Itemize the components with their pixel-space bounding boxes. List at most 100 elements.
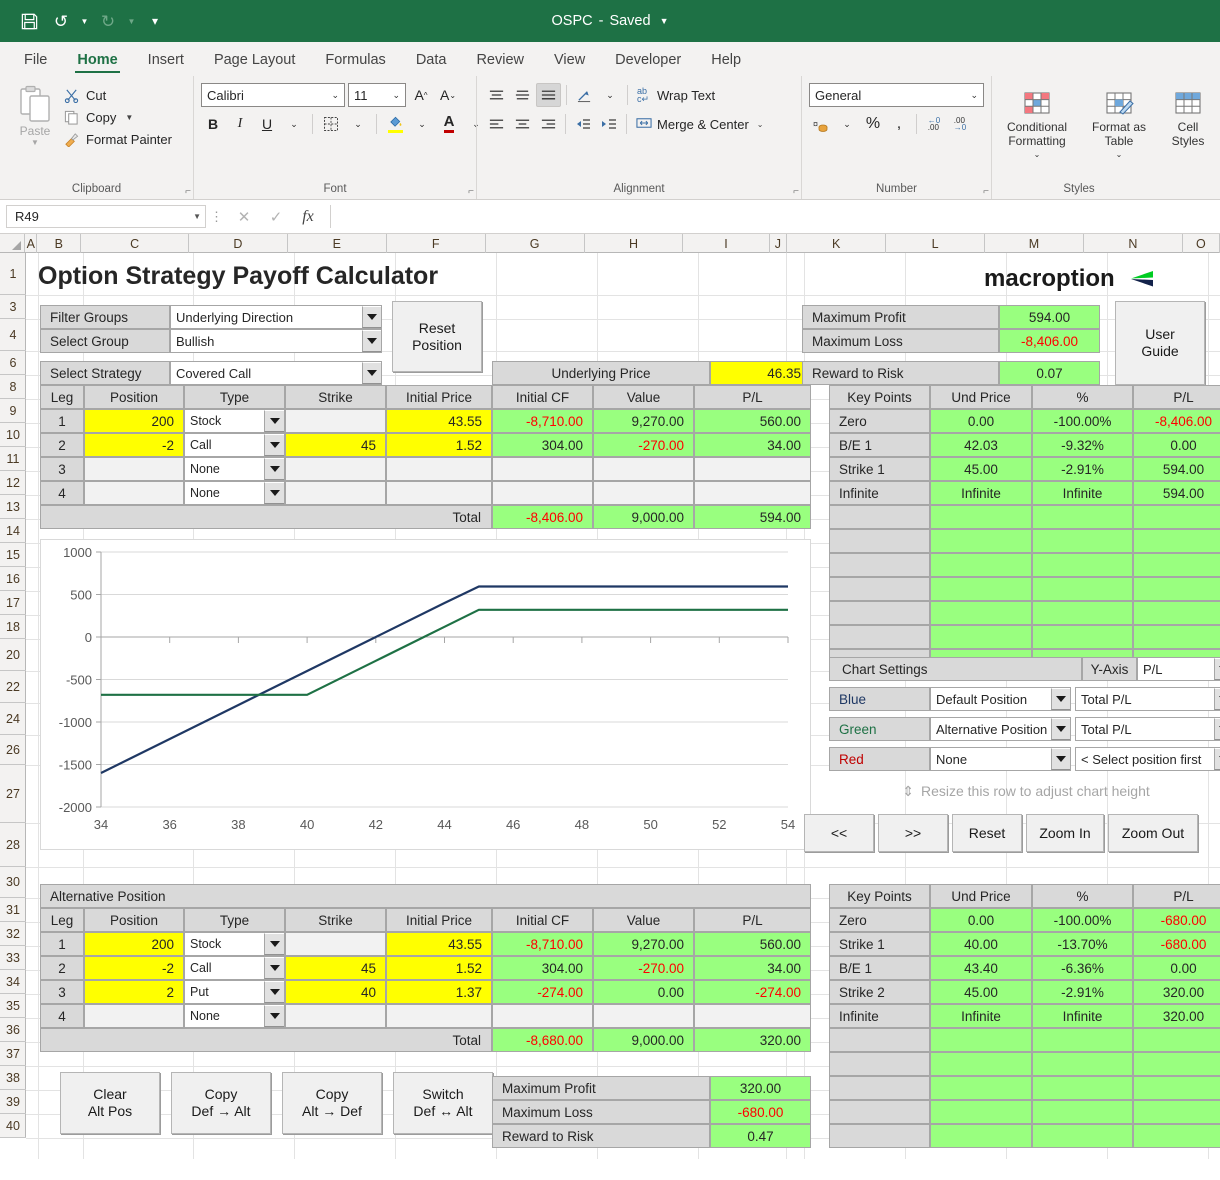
row-header-14[interactable]: 14: [0, 519, 26, 543]
font-name-chevron-down-icon[interactable]: ⌄: [328, 90, 342, 101]
number-format-chevron-down-icon[interactable]: ⌄: [967, 90, 981, 101]
align-right-button[interactable]: [536, 112, 560, 136]
format-as-table-button[interactable]: Format as Table ⌄: [1081, 88, 1157, 162]
select-group-chevron-down-icon[interactable]: [362, 330, 381, 352]
align-middle-button[interactable]: [510, 83, 534, 107]
tab-help[interactable]: Help: [697, 48, 755, 76]
paste-dropdown-icon[interactable]: ▼: [31, 138, 39, 147]
chart-zoom-in-button[interactable]: Zoom In: [1026, 814, 1104, 852]
row-header-26[interactable]: 26: [0, 735, 26, 765]
alt-leg1-strike[interactable]: [285, 932, 386, 956]
row-header-39[interactable]: 39: [0, 1090, 26, 1114]
alt-leg4-position[interactable]: [84, 1004, 184, 1028]
save-icon[interactable]: [14, 7, 44, 35]
cut-button[interactable]: Cut: [63, 87, 172, 104]
accounting-dropdown-icon[interactable]: ⌄: [835, 112, 859, 136]
font-size-combo[interactable]: 11 ⌄: [348, 83, 407, 107]
alt-leg4-type-dropdown[interactable]: None: [184, 1004, 285, 1028]
alt-leg1-initial-price[interactable]: 43.55: [386, 932, 492, 956]
bold-button[interactable]: B: [201, 112, 225, 136]
alt-leg2-type-chevron-down-icon[interactable]: [264, 957, 284, 979]
col-header-C[interactable]: C: [81, 234, 189, 253]
row-header-16[interactable]: 16: [0, 567, 26, 591]
cancel-icon[interactable]: ✕: [228, 205, 260, 229]
tab-data[interactable]: Data: [402, 48, 461, 76]
chart-scroll-right-button[interactable]: >>: [878, 814, 948, 852]
row-header-11[interactable]: 11: [0, 447, 26, 471]
name-box[interactable]: R49 ▼: [6, 205, 206, 228]
row-header-22[interactable]: 22: [0, 671, 26, 703]
row-header-3[interactable]: 3: [0, 295, 26, 319]
alt-leg4-strike[interactable]: [285, 1004, 386, 1028]
bottom-button-1[interactable]: Copy Def → Alt: [171, 1072, 271, 1134]
row-header-12[interactable]: 12: [0, 471, 26, 495]
col-header-F[interactable]: F: [387, 234, 486, 253]
row-header-31[interactable]: 31: [0, 898, 26, 922]
font-dialog-launcher-icon[interactable]: ⌐: [468, 186, 474, 197]
shrink-font-button[interactable]: A ⌄: [436, 83, 460, 107]
default-leg1-initial-price[interactable]: 43.55: [386, 409, 492, 433]
tab-insert[interactable]: Insert: [134, 48, 198, 76]
default-leg3-type-dropdown[interactable]: None: [184, 457, 285, 481]
formula-input[interactable]: [330, 205, 1214, 228]
row-header-9[interactable]: 9: [0, 399, 26, 423]
chart-series-green-metric-chevron-down-icon[interactable]: [1214, 718, 1220, 740]
alt-leg3-strike[interactable]: 40: [285, 980, 386, 1004]
decrease-decimal-button[interactable]: .00 →0: [948, 112, 972, 136]
tab-page-layout[interactable]: Page Layout: [200, 48, 309, 76]
alt-leg3-initial-price[interactable]: 1.37: [386, 980, 492, 1004]
alt-leg4-initial-price[interactable]: [386, 1004, 492, 1028]
align-bottom-button[interactable]: [536, 83, 562, 107]
row-header-6[interactable]: 6: [0, 351, 26, 375]
alt-leg1-type-chevron-down-icon[interactable]: [264, 933, 284, 955]
borders-button[interactable]: [319, 112, 343, 136]
col-header-D[interactable]: D: [189, 234, 288, 253]
default-leg2-type-dropdown[interactable]: Call: [184, 433, 285, 457]
copy-dropdown-icon[interactable]: ▼: [125, 113, 133, 122]
default-leg4-type-dropdown[interactable]: None: [184, 481, 285, 505]
default-leg1-strike[interactable]: [285, 409, 386, 433]
wrap-text-button[interactable]: ab c↵ Wrap Text: [633, 87, 719, 104]
copy-button[interactable]: Copy ▼: [63, 109, 172, 126]
decrease-indent-button[interactable]: [571, 112, 595, 136]
name-box-chevron-down-icon[interactable]: ▼: [193, 212, 201, 221]
paste-button[interactable]: Paste ▼: [7, 83, 63, 147]
row-header-32[interactable]: 32: [0, 922, 26, 946]
format-painter-button[interactable]: Format Painter: [63, 131, 172, 148]
default-leg4-type-chevron-down-icon[interactable]: [264, 482, 284, 504]
chart-yaxis-chevron-down-icon[interactable]: [1214, 658, 1220, 680]
alt-leg3-type-chevron-down-icon[interactable]: [264, 981, 284, 1003]
alt-leg2-initial-price[interactable]: 1.52: [386, 956, 492, 980]
payoff-chart[interactable]: 1000 500 0 -500 -1000 -1500 -2000 34 36 38 40 42 44 4…: [40, 539, 811, 850]
row-header-24[interactable]: 24: [0, 703, 26, 735]
filter-groups-dropdown[interactable]: Underlying Direction: [170, 305, 382, 329]
merge-center-button[interactable]: Merge & Center ⌄: [632, 116, 767, 133]
row-header-35[interactable]: 35: [0, 994, 26, 1018]
underline-dropdown-icon[interactable]: ⌄: [282, 112, 306, 136]
underlying-price-input[interactable]: 46.35: [710, 361, 811, 385]
alignment-dialog-launcher-icon[interactable]: ⌐: [793, 186, 799, 197]
alt-leg1-type-dropdown[interactable]: Stock: [184, 932, 285, 956]
row-header-38[interactable]: 38: [0, 1066, 26, 1090]
chart-series-blue-position-chevron-down-icon[interactable]: [1051, 688, 1070, 710]
chart-series-red-metric-chevron-down-icon[interactable]: [1214, 748, 1220, 770]
select-strategy-chevron-down-icon[interactable]: [362, 362, 381, 384]
chart-series-red-position-dropdown[interactable]: None: [930, 747, 1071, 771]
number-dialog-launcher-icon[interactable]: ⌐: [983, 186, 989, 197]
chart-series-blue-metric-dropdown[interactable]: Total P/L: [1075, 687, 1220, 711]
italic-button[interactable]: I: [228, 112, 252, 136]
row-header-8[interactable]: 8: [0, 375, 26, 399]
tab-home[interactable]: Home: [63, 48, 131, 76]
accounting-format-button[interactable]: ¤: [809, 112, 833, 136]
tab-review[interactable]: Review: [462, 48, 538, 76]
row-header-27[interactable]: 27: [0, 765, 26, 823]
font-name-combo[interactable]: Calibri ⌄: [201, 83, 346, 107]
font-color-button[interactable]: A: [437, 112, 461, 136]
undo-icon[interactable]: ↺: [46, 7, 76, 35]
confirm-icon[interactable]: ✓: [260, 205, 292, 229]
customize-qat-icon[interactable]: ▾: [140, 7, 170, 35]
default-leg4-initial-price[interactable]: [386, 481, 492, 505]
row-header-20[interactable]: 20: [0, 639, 26, 671]
chart-yaxis-dropdown[interactable]: P/L: [1137, 657, 1220, 681]
col-header-N[interactable]: N: [1084, 234, 1183, 253]
